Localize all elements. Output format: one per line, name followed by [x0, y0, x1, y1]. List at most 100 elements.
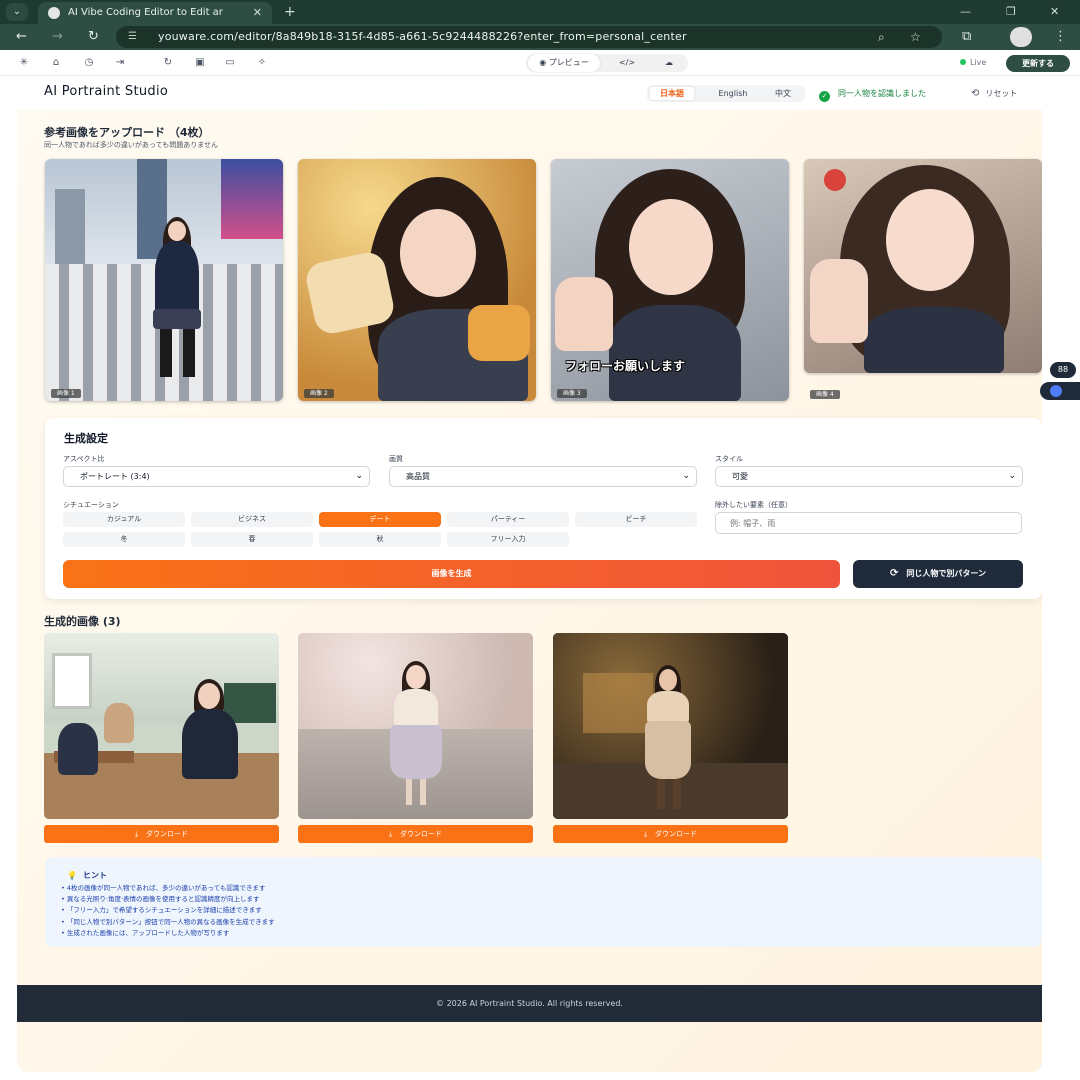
image-label-3: 画像 3 [557, 389, 587, 398]
generated-section-title: 生成的画像 (3) [44, 615, 121, 628]
image-icon[interactable]: ▣ [193, 56, 207, 70]
lang-ja-button[interactable]: 日本語 [650, 87, 694, 100]
tips-title: 💡 ヒント [67, 871, 107, 880]
situation-chip-casual[interactable]: カジュアル [63, 512, 185, 527]
assistant-bot-icon[interactable] [1040, 382, 1080, 400]
reference-image-4[interactable] [804, 159, 1042, 373]
upload-section-subtitle: 同一人物であれば多少の違いがあっても問題ありません [44, 141, 219, 149]
download-button-3[interactable]: ⤓ ダウンロード [553, 825, 788, 843]
home-icon[interactable]: ⌂ [49, 56, 63, 70]
generated-image-3[interactable] [553, 633, 788, 819]
tip-item: • 「フリー入力」で希望するシチュエーションを詳細に描述できます [61, 906, 262, 915]
url-text[interactable]: youware.com/editor/8a849b18-315f-4d85-a6… [158, 26, 687, 48]
tab-search-chevron-icon[interactable]: ⌄ [6, 3, 28, 21]
quality-value: 高品質 [406, 472, 430, 481]
app-page: AI Portraint Studio 日本語 English 中文 ✓ 同一人物… [17, 77, 1042, 1072]
magic-icon[interactable]: ✧ [255, 56, 269, 70]
tips-panel: 💡 ヒント • 4枚の画像が同一人物であれば、多少の違いがあっても認識できます •… [45, 857, 1042, 947]
device-icon[interactable]: ▭ [223, 56, 237, 70]
alternate-pattern-button[interactable]: ⟳ 同じ人物で別パターン [853, 560, 1023, 588]
aspect-label: アスペクト比 [63, 455, 105, 463]
restore-icon[interactable]: ❐ [1006, 2, 1016, 22]
tab-preview[interactable]: ◉ プレビュー [528, 54, 600, 72]
reload-icon[interactable]: ↻ [88, 27, 99, 47]
refresh-preview-icon[interactable]: ↻ [161, 56, 175, 70]
tips-list: • 4枚の画像が同一人物であれば、多少の違いがあっても認識できます • 異なる光… [61, 883, 275, 939]
situation-chip-winter[interactable]: 冬 [63, 532, 185, 547]
lang-zh-button[interactable]: 中文 [765, 87, 801, 100]
reset-button[interactable]: ⟲ リセット [971, 87, 1017, 100]
tip-item: • 「同じ人物で別パターン」按钮で同一人物の異なる画像を生成できます [61, 917, 275, 926]
collapse-icon[interactable]: ⇥ [113, 56, 127, 70]
situation-chip-business[interactable]: ビジネス [191, 512, 313, 527]
browser-tab-bar: ⌄ AI Vibe Coding Editor to Edit ar ✕ + —… [0, 0, 1080, 24]
reference-image-4-frame: 画像 4 [804, 159, 1042, 401]
situation-chip-party[interactable]: パーティー [447, 512, 569, 527]
browser-tab[interactable]: AI Vibe Coding Editor to Edit ar ✕ [38, 2, 272, 24]
chevron-down-icon: ⌄ [682, 471, 690, 481]
download-button-2[interactable]: ⤓ ダウンロード [298, 825, 533, 843]
zoom-icon[interactable]: ⌕ [878, 28, 885, 46]
address-bar: ← → ↻ ☰ youware.com/editor/8a849b18-315f… [0, 24, 1080, 50]
download-icon: ⤓ [388, 830, 393, 838]
browser-menu-icon[interactable]: ⋮ [1054, 27, 1067, 47]
profile-avatar[interactable] [1010, 27, 1032, 47]
new-tab-icon[interactable]: + [284, 2, 296, 22]
tab-code[interactable]: </> [610, 54, 644, 72]
back-icon[interactable]: ← [16, 27, 27, 47]
situation-label: シチュエーション [63, 501, 119, 509]
lang-en-button[interactable]: English [705, 87, 761, 100]
reference-image-3[interactable]: フォローお願いします 画像 3 [551, 159, 789, 401]
reference-image-2[interactable]: 画像 2 [298, 159, 536, 401]
upload-section-title: 参考画像をアップロード （4枚） [44, 126, 210, 139]
tip-item: • 4枚の画像が同一人物であれば、多少の違いがあっても認識できます [61, 884, 266, 892]
settings-title: 生成設定 [64, 432, 108, 445]
check-circle-icon: ✓ [819, 91, 830, 102]
style-value: 可愛 [732, 472, 748, 481]
logo-icon[interactable]: ✳ [17, 56, 31, 70]
update-button[interactable]: 更新する [1006, 55, 1070, 72]
image-label-2: 画像 2 [304, 389, 334, 398]
tab-cloud[interactable]: ☁ [652, 54, 686, 72]
quality-select[interactable]: 高品質 ⌄ [389, 466, 697, 487]
quality-label: 画質 [389, 455, 403, 463]
browser-tab-title: AI Vibe Coding Editor to Edit ar [68, 7, 223, 18]
omnibox[interactable]: ☰ youware.com/editor/8a849b18-315f-4d85-… [116, 26, 942, 48]
generated-image-1[interactable] [44, 633, 279, 819]
exclude-input[interactable] [715, 512, 1022, 534]
style-select[interactable]: 可愛 ⌄ [715, 466, 1023, 487]
situation-chip-spring[interactable]: 春 [191, 532, 313, 547]
app-title: AI Portraint Studio [44, 84, 169, 99]
extensions-icon[interactable]: ⧉ [962, 27, 971, 47]
live-dot-icon [960, 59, 966, 65]
minimize-icon[interactable]: — [960, 2, 971, 22]
recognized-status: ✓ 同一人物を認識しました [819, 87, 926, 102]
close-tab-icon[interactable]: ✕ [253, 2, 262, 24]
settings-card: 生成設定 アスペクト比 ポートレート (3:4) ⌄ 画質 高品質 ⌄ スタイル… [45, 418, 1042, 599]
chevron-down-icon: ⌄ [1008, 471, 1016, 481]
forward-icon[interactable]: → [52, 27, 63, 47]
floating-widget-button[interactable]: 88 [1050, 362, 1076, 378]
download-button-1[interactable]: ⤓ ダウンロード [44, 825, 279, 843]
footer: © 2026 AI Portraint Studio. All rights r… [17, 985, 1042, 1022]
language-switcher: 日本語 English 中文 [647, 85, 805, 102]
bookmark-star-icon[interactable]: ☆ [910, 28, 921, 46]
situation-chip-date[interactable]: デート [319, 512, 441, 527]
reset-icon: ⟲ [971, 88, 980, 99]
situation-chip-free-input[interactable]: フリー入力 [447, 532, 569, 547]
live-status: Live [960, 56, 986, 70]
site-info-icon[interactable]: ☰ [128, 30, 142, 44]
reference-image-1[interactable]: 画像 1 [45, 159, 283, 401]
exclude-label: 除外したい要素（任意） [715, 501, 792, 509]
style-label: スタイル [715, 455, 743, 463]
generated-image-2[interactable] [298, 633, 533, 819]
situation-chip-beach[interactable]: ビーチ [575, 512, 697, 527]
history-icon[interactable]: ◷ [82, 56, 96, 70]
refresh-icon: ⟳ [890, 568, 899, 579]
aspect-select[interactable]: ポートレート (3:4) ⌄ [63, 466, 370, 487]
situation-chip-autumn[interactable]: 秋 [319, 532, 441, 547]
tip-item: • 生成された画像には、アップロードした人物が写ります [61, 928, 230, 937]
download-icon: ⤓ [134, 830, 139, 838]
close-window-icon[interactable]: ✕ [1050, 2, 1059, 22]
generate-button[interactable]: 画像を生成 [63, 560, 840, 588]
